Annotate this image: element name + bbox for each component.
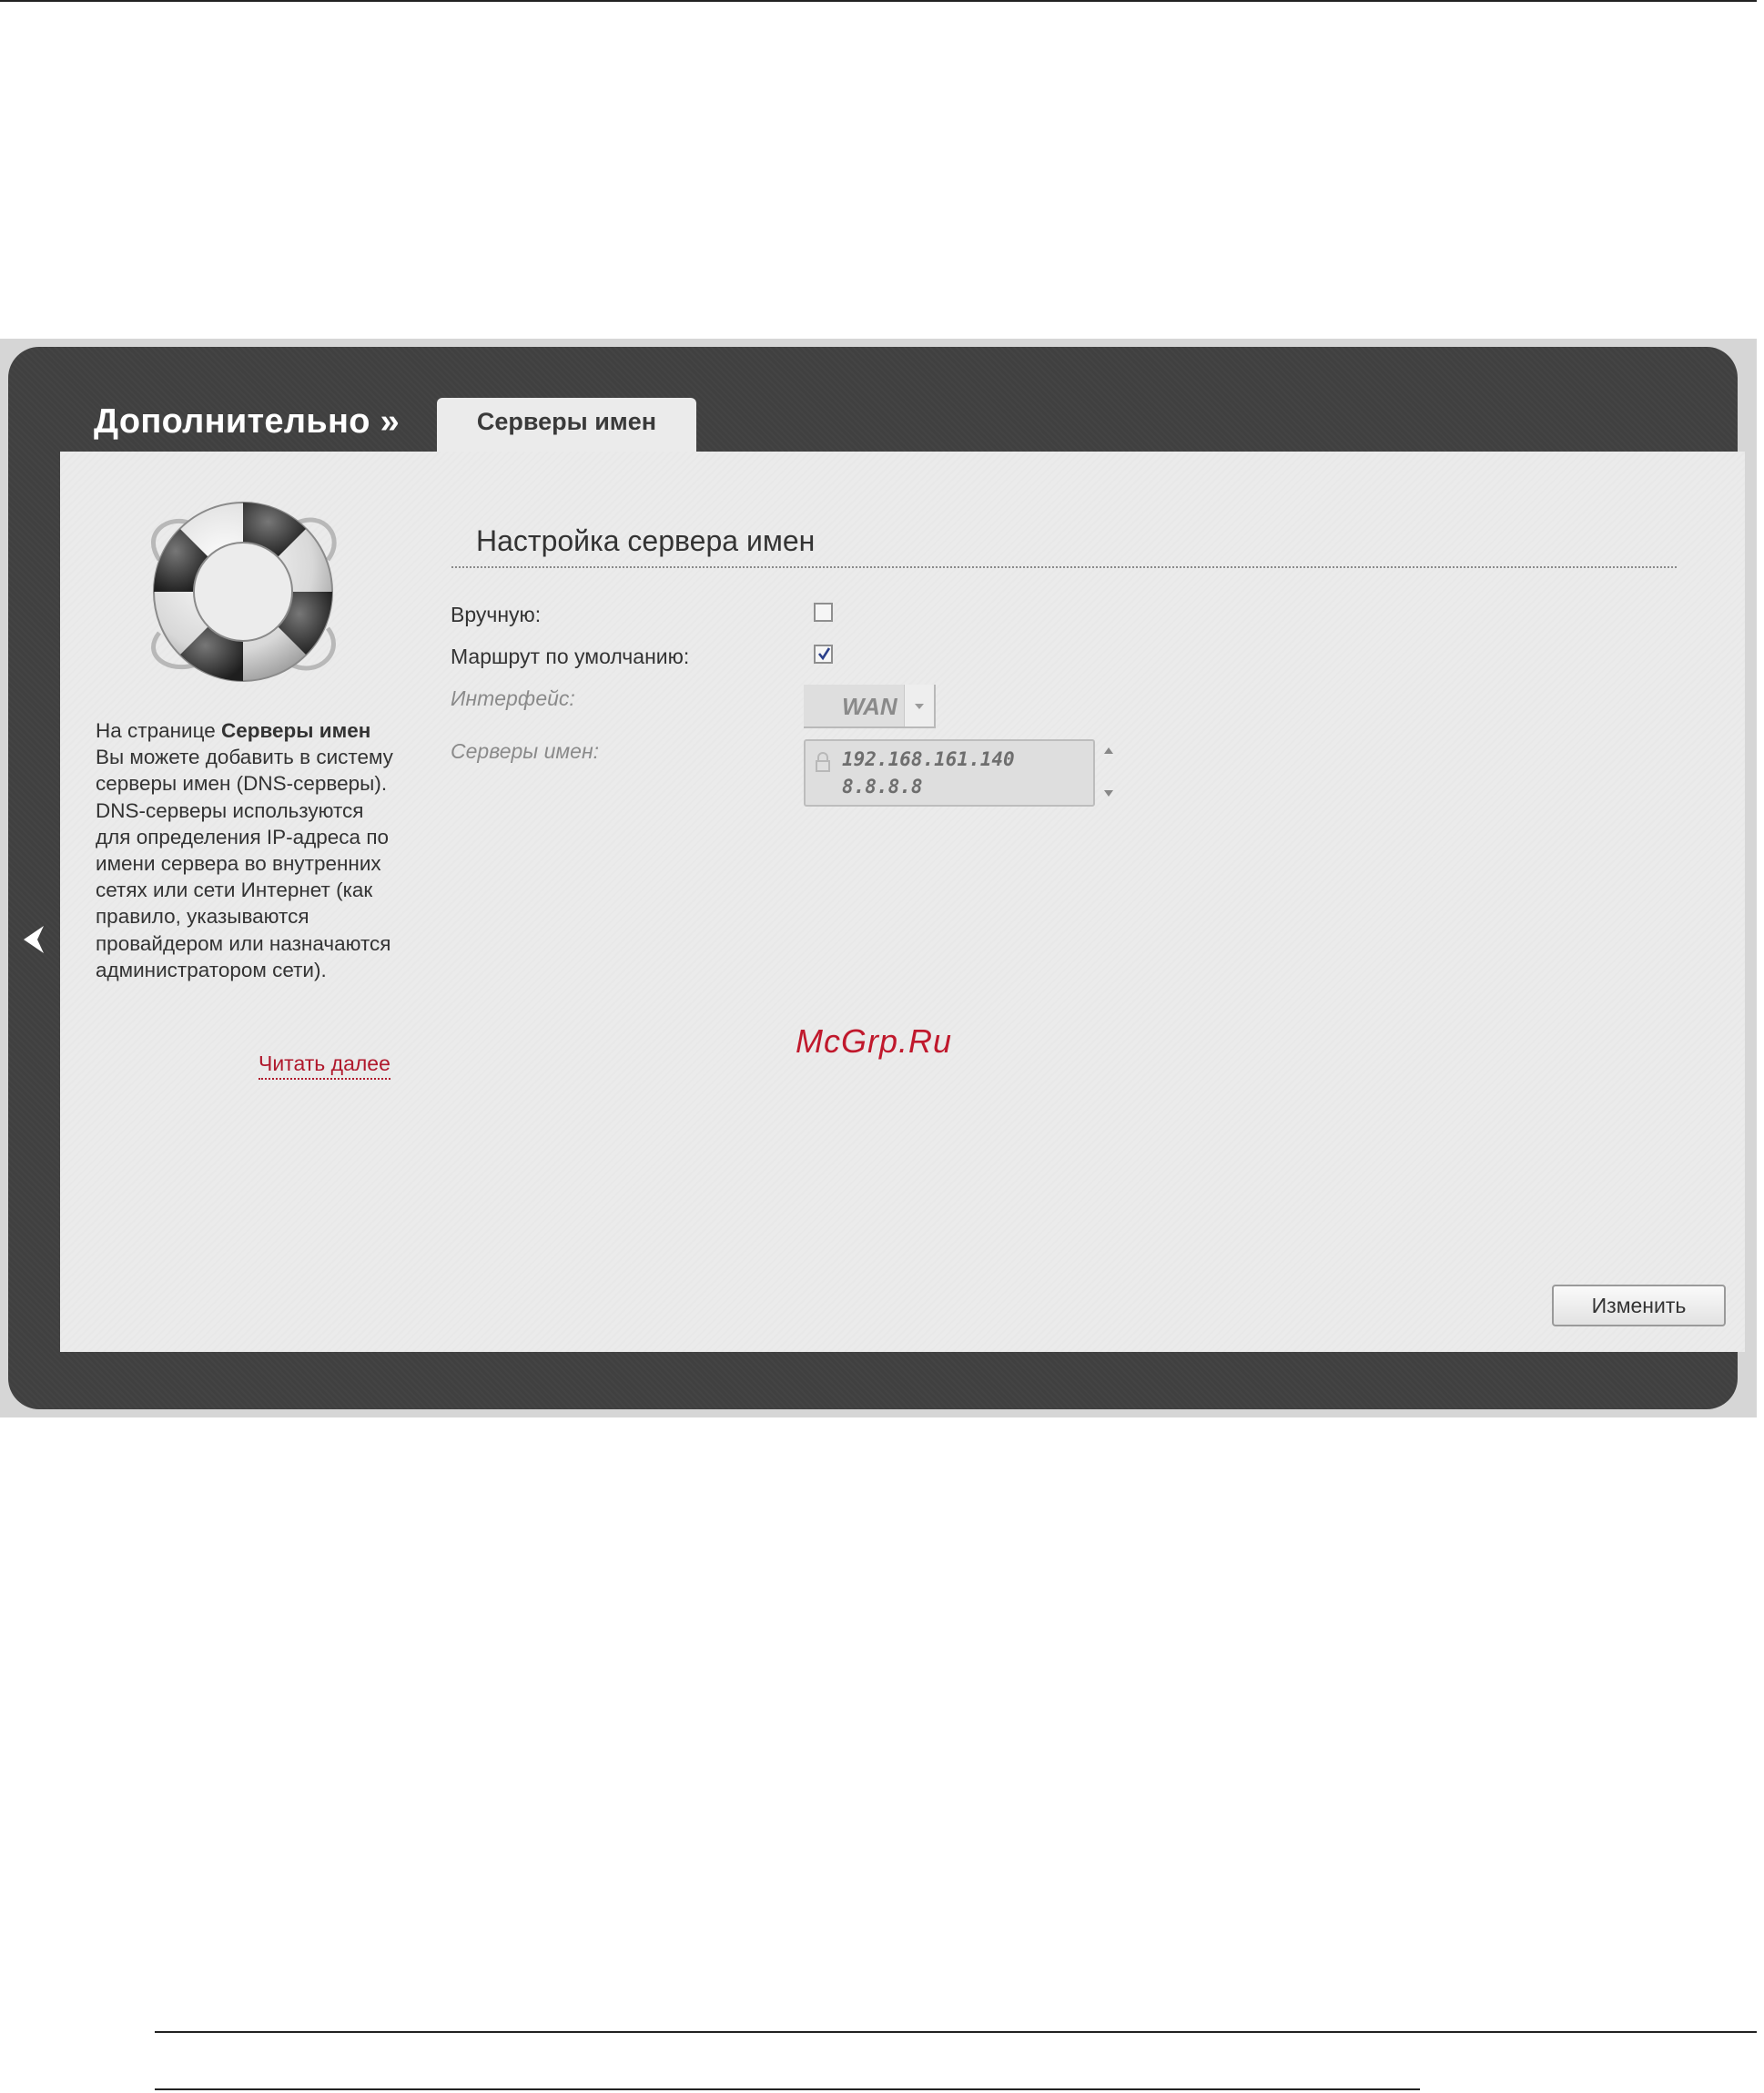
watermark: McGrp.Ru bbox=[796, 1022, 953, 1060]
default-route-label: Маршрут по умолчанию: bbox=[451, 645, 690, 668]
servers-label: Серверы имен: bbox=[451, 739, 599, 763]
chevron-down-icon bbox=[915, 704, 924, 709]
lock-icon bbox=[816, 752, 830, 772]
change-button[interactable]: Изменить bbox=[1552, 1285, 1726, 1326]
form-title: Настройка сервера имен bbox=[476, 524, 816, 557]
manual-label: Вручную: bbox=[451, 603, 542, 626]
change-button-label: Изменить bbox=[1591, 1293, 1687, 1317]
manual-checkbox[interactable] bbox=[814, 603, 833, 622]
textarea-scrollbar[interactable] bbox=[1097, 739, 1120, 807]
interface-label: Интерфейс: bbox=[451, 686, 575, 710]
footer-rule-2 bbox=[155, 2088, 1420, 2090]
help-intro: На странице bbox=[96, 719, 221, 742]
name-server-1: 192.168.161.140 bbox=[842, 748, 1015, 770]
page-top-rule bbox=[0, 0, 1757, 2]
help-bold: Серверы имен bbox=[221, 719, 371, 742]
interface-dropdown-toggle[interactable] bbox=[904, 685, 934, 726]
name-servers-textarea[interactable]: 192.168.161.140 8.8.8.8 bbox=[804, 739, 1095, 807]
lifebuoy-icon bbox=[151, 502, 337, 682]
interface-select[interactable]: WAN bbox=[804, 685, 936, 728]
read-more-link[interactable]: Читать далее bbox=[259, 1052, 390, 1080]
checkbox-check-icon bbox=[817, 647, 831, 661]
help-text: На странице Серверы имен Вы можете добав… bbox=[96, 717, 396, 983]
section-title[interactable]: Дополнительно » bbox=[94, 402, 400, 442]
interface-value: WAN bbox=[842, 693, 897, 720]
back-arrow-icon[interactable] bbox=[20, 922, 47, 957]
help-body: Вы можете добавить в систему серверы име… bbox=[96, 746, 393, 981]
footer-rule-1 bbox=[155, 2031, 1757, 2033]
scroll-up-icon bbox=[1104, 747, 1113, 754]
name-server-2: 8.8.8.8 bbox=[842, 776, 923, 798]
default-route-checkbox[interactable] bbox=[814, 645, 833, 664]
tab-name-servers[interactable]: Серверы имен bbox=[437, 398, 696, 452]
tab-label: Серверы имен bbox=[476, 407, 657, 435]
scroll-down-icon bbox=[1104, 790, 1113, 797]
form-title-divider bbox=[451, 566, 1677, 568]
